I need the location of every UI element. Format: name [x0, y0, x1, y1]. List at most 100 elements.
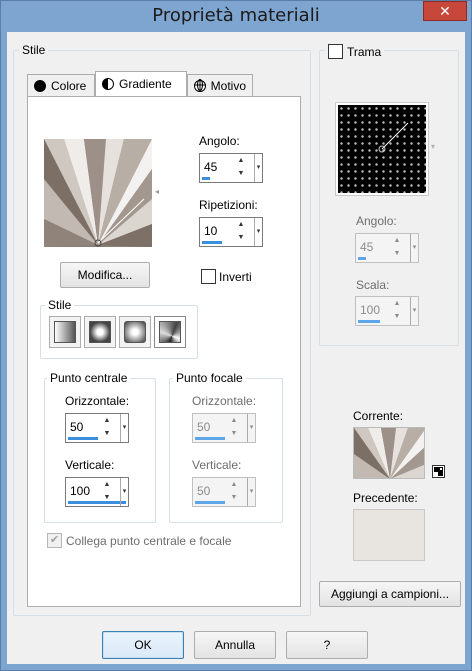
repeats-stepper[interactable]: ▲ ▼ [234, 219, 248, 245]
repeats-label: Ripetizioni: [199, 198, 258, 212]
previous-swatch[interactable] [353, 509, 425, 561]
down-arrow-icon[interactable]: ▼ [227, 428, 241, 441]
rectangular-gradient-icon [89, 321, 111, 343]
focal-vertical-slider-bar[interactable] [195, 501, 225, 504]
up-arrow-icon[interactable]: ▲ [227, 479, 241, 492]
texture-scale-slider-bar[interactable] [358, 320, 380, 323]
radial-gradient-icon [124, 321, 146, 343]
sunburst-gradient-style-button[interactable] [154, 316, 186, 348]
gradient-preview-image [44, 139, 152, 247]
help-button[interactable]: ? [286, 631, 368, 659]
radial-gradient-style-button[interactable] [119, 316, 151, 348]
focal-horizontal-value: 50 [197, 420, 211, 434]
repeats-value: 10 [204, 224, 218, 238]
tab-color[interactable]: Colore [27, 74, 95, 96]
globe-icon [193, 79, 206, 92]
focal-horizontal-dropdown-icon[interactable]: ▾ [247, 414, 255, 442]
title-bar[interactable]: Proprietà materiali ✕ [1, 1, 471, 31]
swap-material-icon[interactable] [432, 465, 445, 478]
texture-scale-spinner[interactable]: 100 ▲ ▼ ▾ [355, 296, 419, 326]
center-horizontal-value: 50 [70, 420, 84, 434]
texture-angle-dropdown-icon[interactable]: ▾ [410, 234, 418, 262]
focal-horizontal-stepper[interactable]: ▲ ▼ [227, 415, 241, 441]
repeats-slider-bar[interactable] [202, 241, 222, 244]
texture-angle-value: 45 [360, 240, 374, 254]
linear-gradient-style-button[interactable] [49, 316, 81, 348]
center-horizontal-dropdown-icon[interactable]: ▾ [120, 414, 128, 442]
focal-vertical-stepper[interactable]: ▲ ▼ [227, 479, 241, 505]
up-arrow-icon[interactable]: ▲ [390, 298, 404, 311]
texture-legend: Trama [325, 44, 385, 59]
current-swatch[interactable] [353, 427, 425, 479]
focal-horizontal-slider-bar[interactable] [195, 437, 225, 440]
center-horizontal-label: Orizzontale: [65, 394, 130, 408]
texture-checkbox[interactable] [328, 44, 343, 59]
focal-horizontal-label: Orizzontale: [192, 394, 257, 408]
invert-checkbox[interactable] [201, 269, 216, 284]
texture-angle-spinner[interactable]: 45 ▲ ▼ ▾ [355, 233, 419, 263]
texture-angle-stepper[interactable]: ▲ ▼ [390, 235, 404, 261]
texture-scale-dropdown-icon[interactable]: ▾ [410, 297, 418, 325]
tab-gradient[interactable]: Gradiente [95, 71, 187, 96]
texture-angle-indicator [378, 122, 409, 153]
texture-angle-label: Angolo: [356, 214, 397, 228]
up-arrow-icon[interactable]: ▲ [227, 415, 241, 428]
focal-vertical-spinner[interactable]: 50 ▲ ▼ ▾ [192, 477, 256, 507]
dialog-body: Stile Colore Gradiente Motivo ◂ Angolo: … [7, 32, 465, 664]
focal-horizontal-spinner[interactable]: 50 ▲ ▼ ▾ [192, 413, 256, 443]
texture-scale-value: 100 [360, 303, 381, 317]
down-arrow-icon[interactable]: ▼ [227, 492, 241, 505]
tab-pattern[interactable]: Motivo [187, 74, 253, 96]
repeats-spinner[interactable]: 10 ▲ ▼ ▾ [199, 217, 263, 247]
edit-gradient-button[interactable]: Modifica... [60, 262, 150, 288]
half-circle-icon [102, 78, 114, 90]
down-arrow-icon[interactable]: ▼ [390, 311, 404, 324]
gradient-preview[interactable] [44, 139, 152, 247]
repeats-dropdown-icon[interactable]: ▾ [254, 218, 262, 246]
focal-vertical-dropdown-icon[interactable]: ▾ [247, 478, 255, 506]
up-arrow-icon[interactable]: ▲ [234, 155, 248, 168]
tab-pattern-label: Motivo [210, 78, 246, 93]
focal-vertical-label: Verticale: [192, 458, 242, 472]
link-points-checkbox[interactable]: ✔ [47, 533, 62, 548]
down-arrow-icon[interactable]: ▼ [234, 168, 248, 181]
angle-stepper[interactable]: ▲ ▼ [234, 155, 248, 181]
current-swatch-label: Corrente: [353, 409, 404, 423]
up-arrow-icon[interactable]: ▲ [100, 415, 114, 428]
center-vertical-stepper[interactable]: ▲ ▼ [100, 479, 114, 505]
texture-preview[interactable] [335, 102, 429, 196]
up-arrow-icon[interactable]: ▲ [234, 219, 248, 232]
add-to-swatches-button[interactable]: Aggiungi a campioni... [319, 581, 461, 607]
angle-value: 45 [204, 160, 218, 174]
center-vertical-spinner[interactable]: 100 ▲ ▼ ▾ [65, 477, 129, 507]
ok-button[interactable]: OK [102, 631, 184, 659]
up-arrow-icon[interactable]: ▲ [100, 479, 114, 492]
cancel-button[interactable]: Annulla [194, 631, 276, 659]
angle-spinner[interactable]: 45 ▲ ▼ ▾ [199, 153, 263, 183]
rectangular-gradient-style-button[interactable] [84, 316, 116, 348]
angle-label: Angolo: [199, 134, 240, 148]
down-arrow-icon[interactable]: ▼ [100, 428, 114, 441]
center-vertical-value: 100 [70, 484, 91, 498]
angle-dropdown-icon[interactable]: ▾ [254, 154, 262, 182]
window-title: Proprietà materiali [152, 5, 320, 26]
center-vertical-dropdown-icon[interactable]: ▾ [120, 478, 128, 506]
texture-angle-slider-bar[interactable] [358, 257, 366, 260]
angle-slider-bar[interactable] [202, 177, 210, 180]
close-button[interactable]: ✕ [423, 1, 467, 21]
down-arrow-icon[interactable]: ▼ [100, 492, 114, 505]
center-horizontal-stepper[interactable]: ▲ ▼ [100, 415, 114, 441]
current-swatch-image [354, 428, 424, 478]
texture-scale-stepper[interactable]: ▲ ▼ [390, 298, 404, 324]
up-arrow-icon[interactable]: ▲ [390, 235, 404, 248]
invert-label: Inverti [219, 270, 252, 284]
texture-scale-label: Scala: [356, 278, 390, 292]
center-horizontal-slider-bar[interactable] [68, 437, 98, 440]
down-arrow-icon[interactable]: ▼ [234, 232, 248, 245]
center-horizontal-spinner[interactable]: 50 ▲ ▼ ▾ [65, 413, 129, 443]
previous-swatch-label: Precedente: [353, 491, 418, 505]
focal-vertical-value: 50 [197, 484, 211, 498]
down-arrow-icon[interactable]: ▼ [390, 248, 404, 261]
center-vertical-slider-bar[interactable] [68, 501, 126, 504]
center-point-label: Punto centrale [47, 371, 131, 385]
